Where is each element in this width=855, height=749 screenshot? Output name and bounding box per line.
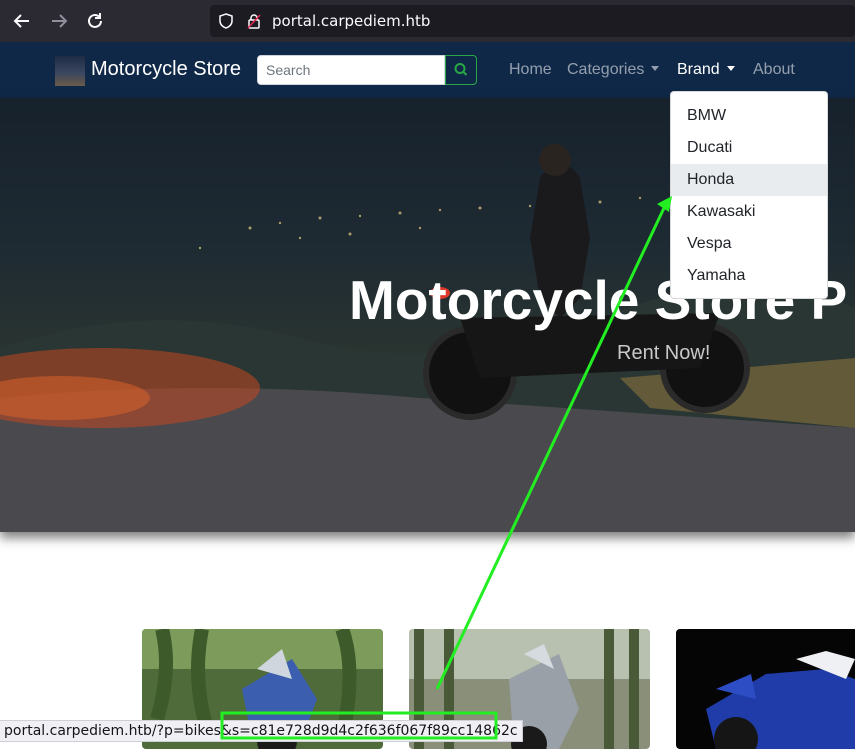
brand-logo[interactable] (55, 56, 85, 86)
brand-name[interactable]: Motorcycle Store (91, 58, 241, 81)
search-input[interactable] (257, 55, 445, 85)
caret-down-icon (651, 66, 660, 71)
shield-icon[interactable] (218, 13, 234, 29)
dropdown-item-kawasaki[interactable]: Kawasaki (671, 196, 827, 228)
nav-home[interactable]: Home (509, 61, 552, 79)
hero-subtitle: Rent Now! (617, 342, 711, 364)
status-bar-url: portal.carpediem.htb/?p=bikes&s=c81e728d… (0, 720, 523, 742)
back-arrow-icon[interactable] (11, 10, 33, 32)
product-image[interactable] (676, 629, 855, 749)
url-text[interactable]: portal.carpediem.htb (272, 12, 430, 30)
search-icon (454, 63, 468, 76)
nav-categories-label: Categories (567, 61, 645, 78)
dropdown-item-yamaha[interactable]: Yamaha (671, 260, 827, 292)
dropdown-item-bmw[interactable]: BMW (671, 100, 827, 132)
dropdown-item-vespa[interactable]: Vespa (671, 228, 827, 260)
search-button[interactable] (445, 55, 477, 85)
caret-down-icon (726, 66, 735, 71)
nav-about[interactable]: About (753, 61, 795, 79)
product-card[interactable] (676, 629, 855, 749)
dropdown-item-ducati[interactable]: Ducati (671, 132, 827, 164)
nav-brand[interactable]: Brand (677, 61, 735, 79)
dropdown-item-honda[interactable]: Honda (671, 164, 827, 196)
brand-dropdown-menu: BMW Ducati Honda Kawasaki Vespa Yamaha (670, 91, 828, 299)
site-navbar: Motorcycle Store Home Categories Brand A… (0, 42, 855, 98)
forward-arrow-icon[interactable] (48, 10, 70, 32)
browser-toolbar: portal.carpediem.htb (0, 0, 855, 42)
nav-categories[interactable]: Categories (567, 61, 660, 79)
url-bar[interactable]: portal.carpediem.htb (210, 5, 855, 37)
lock-icon[interactable] (246, 13, 262, 29)
reload-icon[interactable] (84, 10, 106, 32)
nav-brand-label: Brand (677, 61, 720, 78)
